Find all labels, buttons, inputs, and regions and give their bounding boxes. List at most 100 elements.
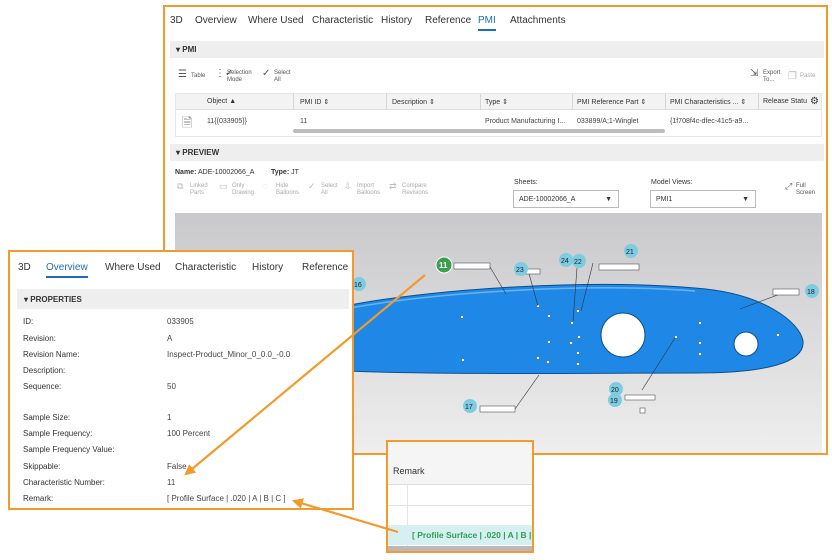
selection-mode-icon: ⋮✓ — [215, 68, 234, 79]
column-settings-gear-icon[interactable]: ⚙ — [810, 96, 819, 107]
tab-history[interactable]: History — [381, 15, 412, 26]
balloon-17-label: 17 — [465, 404, 473, 411]
prop-value-skippable: False — [167, 462, 187, 471]
props-tab-reference[interactable]: Reference — [302, 262, 348, 273]
preview-section-header[interactable]: ▾ PREVIEW — [170, 144, 824, 161]
full-screen-label-2: Screen — [796, 190, 816, 196]
props-tab-history[interactable]: History — [252, 262, 283, 273]
row-object[interactable]: 11{{033905}} — [207, 118, 247, 125]
tab-3d[interactable]: 3D — [170, 15, 183, 26]
pmi-section-header[interactable]: ▾ PMI — [170, 41, 824, 58]
tab-attachments[interactable]: Attachments — [510, 15, 566, 26]
name-value: ADE-10002066_A — [197, 169, 255, 176]
full-screen-button[interactable]: ⤢ Full Screen — [785, 181, 816, 197]
dropdown-arrow-icon: ▼ — [742, 196, 749, 203]
props-tab-where-used[interactable]: Where Used — [105, 262, 161, 273]
prop-label-sample-size: Sample Size: — [23, 413, 71, 422]
export-button[interactable]: ⇲ Export To... — [750, 69, 781, 84]
sort-icon: ⇕ — [428, 99, 435, 106]
col-object-label: Object — [207, 98, 228, 105]
type-label: Type: — [271, 169, 290, 176]
sort-icon: ⇕ — [640, 99, 647, 106]
pmi-section-title: PMI — [182, 45, 197, 54]
col-divider[interactable] — [480, 94, 481, 110]
col-object[interactable]: Object ▲ — [207, 98, 236, 105]
full-screen-label-1: Full — [796, 183, 806, 189]
hide-balloons-button[interactable]: ◌ Hide Balloons — [263, 181, 300, 197]
export-label-1: Export — [763, 70, 781, 76]
col-pmi-characteristics[interactable]: PMI Characteristics ... ⇕ — [670, 98, 746, 106]
select-all-label-1: Select — [274, 70, 291, 76]
selection-mode-button[interactable]: ⋮✓ Selection Mode — [215, 68, 252, 84]
dropdown-arrow-icon: ▼ — [605, 196, 612, 203]
props-tab-characteristic[interactable]: Characteristic — [175, 262, 236, 273]
balloon-22-label: 22 — [574, 259, 582, 266]
remark-header-label: Remark — [393, 466, 425, 476]
large-hole — [600, 312, 646, 358]
col-divider[interactable] — [665, 94, 666, 110]
col-divider[interactable] — [758, 94, 759, 110]
winglet-part[interactable] — [344, 283, 804, 374]
paste-button[interactable]: ❐ Paste — [788, 71, 816, 82]
select-all-label-2: All — [274, 77, 281, 83]
expand-icon: ⤢ — [785, 181, 793, 191]
remark-cell-value: [ Profile Surface | .020 | A | B | C ] — [412, 530, 534, 540]
document-icon: 🗎 — [182, 115, 193, 130]
only-drawing-button[interactable]: ▭ Only Drawing — [219, 182, 255, 197]
only-drawing-label-2: Drawing — [232, 190, 255, 196]
prop-label-revision-name: Revision Name: — [23, 350, 80, 359]
col-divider[interactable] — [293, 94, 294, 110]
viewer-select-all-label-2: All — [321, 190, 328, 196]
remark-column-header[interactable] — [388, 442, 532, 485]
checkmark-icon: ✓ — [262, 68, 271, 79]
properties-section-header[interactable]: ▾ PROPERTIES — [17, 289, 349, 309]
col-type[interactable]: Type ⇕ — [485, 98, 508, 106]
prop-value-remark: [ Profile Surface | .020 | A | B | C ] — [167, 494, 286, 503]
prop-label-revision: Revision: — [23, 334, 56, 343]
preview-section-title: PREVIEW — [182, 148, 220, 157]
props-tab-3d[interactable]: 3D — [18, 262, 31, 273]
compare-revisions-button[interactable]: ⇄ Compare Revisions — [389, 182, 428, 197]
balloon-24-label: 24 — [561, 258, 569, 265]
tab-reference[interactable]: Reference — [425, 15, 471, 26]
hide-balloons-label-2: Balloons — [276, 190, 300, 196]
col-pmi-reference-part[interactable]: PMI Reference Part ⇕ — [577, 98, 646, 106]
remark-column-panel: Remark [ Profile Surface | .020 | A | B … — [386, 440, 534, 553]
prop-label-skippable: Skippable: — [23, 462, 61, 471]
col-divider[interactable] — [386, 94, 387, 110]
hide-balloons-label-1: Hide — [276, 183, 289, 189]
tab-overview[interactable]: Overview — [195, 15, 237, 26]
sort-asc-icon: ▲ — [229, 98, 237, 105]
col-description[interactable]: Description ⇕ — [392, 98, 435, 106]
paste-icon: ❐ — [788, 71, 797, 82]
sheets-select[interactable]: ADE-10002066_A ▼ — [513, 190, 619, 208]
row-type: Product Manufacturing I... — [485, 118, 566, 125]
remark-horizontal-scrollbar[interactable] — [388, 546, 532, 551]
prop-value-revision-name: Inspect-Product_Minor_0_0.0_-0.0 — [167, 350, 291, 359]
balloon-icon: ◌ — [263, 181, 269, 191]
row-divider — [388, 505, 532, 506]
props-tab-overview[interactable]: Overview — [46, 262, 88, 278]
import-icon: ⇩ — [344, 181, 352, 191]
prop-label-sample-frequency: Sample Frequency: — [23, 429, 93, 438]
col-release-status[interactable]: Release Statu — [763, 98, 807, 105]
paste-label: Paste — [800, 73, 816, 79]
import-balloons-button[interactable]: ⇩ Import Balloons — [344, 181, 380, 197]
tab-where-used[interactable]: Where Used — [248, 15, 304, 26]
table-view-button[interactable]: ☰ Table — [178, 70, 205, 80]
balloon-16-label: 16 — [354, 282, 362, 289]
col-divider[interactable] — [572, 94, 573, 110]
table-horizontal-scrollbar[interactable] — [293, 129, 665, 133]
preview-type: Type: JT — [271, 169, 299, 176]
tab-pmi[interactable]: PMI — [478, 15, 496, 31]
model-views-select[interactable]: PMI1 ▼ — [650, 190, 756, 208]
tab-characteristic[interactable]: Characteristic — [312, 15, 373, 26]
linked-parts-button[interactable]: ⧉ Linked Parts — [177, 182, 208, 197]
pmi-table-header: Object ▲ PMI ID ⇕ Description ⇕ Type ⇕ P… — [176, 94, 821, 110]
viewer-select-all-button[interactable]: ✓ Select All — [308, 182, 338, 197]
linked-parts-label-2: Parts — [190, 190, 205, 196]
balloon-18-label: 18 — [807, 289, 815, 296]
select-all-button[interactable]: ✓ Select All — [262, 68, 291, 84]
col-pmi-id[interactable]: PMI ID ⇕ — [300, 98, 329, 106]
col-pmi-characteristics-label: PMI Characteristics ... — [670, 99, 739, 106]
